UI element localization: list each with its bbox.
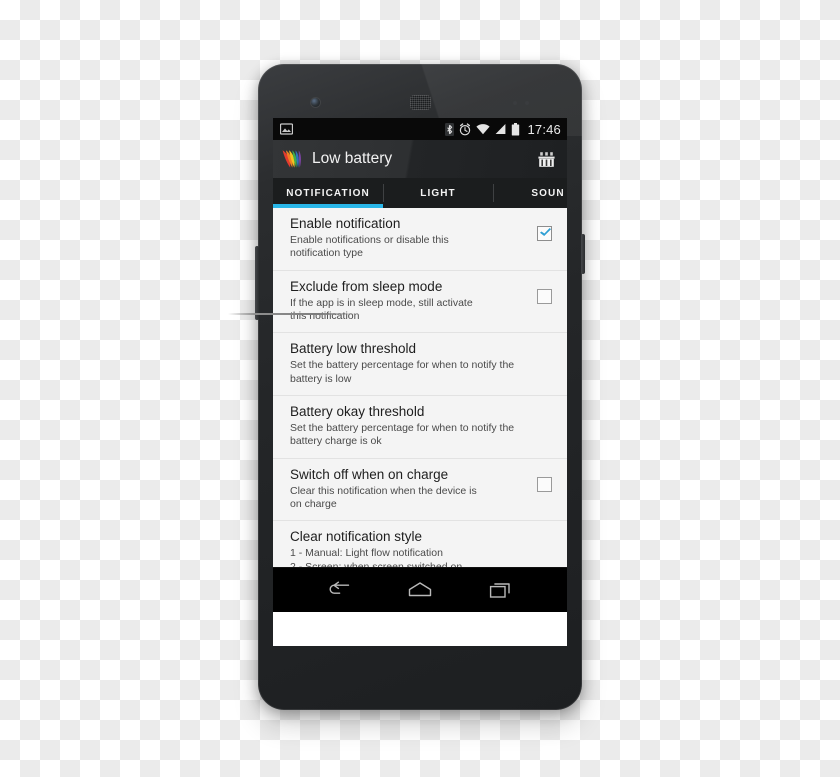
list-item-text: Enable notification Enable notifications…	[290, 216, 527, 261]
recents-icon[interactable]	[484, 577, 518, 603]
summary-line: 1 - Manual: Light flow notification	[290, 547, 443, 560]
proximity-sensor	[513, 101, 517, 105]
summary-line: Set the battery percentage for when to n…	[290, 359, 515, 372]
summary-line: Set the battery percentage for when to n…	[290, 422, 515, 435]
ambient-light-sensor	[525, 101, 529, 105]
list-item-summary: Enable notifications or disable this not…	[290, 234, 527, 260]
front-camera	[311, 98, 320, 107]
tab-light[interactable]: LIGHT	[383, 178, 493, 208]
cellular-signal-icon	[496, 124, 506, 134]
app-title: Low battery	[312, 150, 393, 167]
tab-sound[interactable]: SOUN	[493, 178, 567, 208]
wifi-icon	[476, 124, 491, 135]
summary-line: 2 - Screen: when screen switched on	[290, 560, 463, 567]
list-item[interactable]: Clear notification style 1 - Manual: Lig…	[273, 521, 567, 567]
list-item-summary: 1 - Manual: Light flow notification 2 - …	[290, 547, 557, 567]
list-item[interactable]: Battery okay threshold Set the battery p…	[273, 395, 567, 459]
settings-list[interactable]: Enable notification Enable notifications…	[273, 208, 567, 567]
earpiece-speaker	[410, 95, 431, 110]
tab-light-label: LIGHT	[420, 187, 456, 199]
list-item[interactable]: Exclude from sleep mode If the app is in…	[273, 270, 567, 334]
summary-line: Enable notifications or disable this	[290, 234, 449, 247]
tab-notification[interactable]: NOTIFICATION	[273, 178, 383, 208]
enable-notification-checkbox[interactable]	[537, 226, 552, 241]
summary-line: Clear this notification when the device …	[290, 484, 477, 497]
bluetooth-icon	[445, 122, 455, 136]
list-item[interactable]: Switch off when on charge Clear this not…	[273, 458, 567, 522]
power-button[interactable]	[581, 234, 585, 274]
navigation-bar	[273, 567, 567, 612]
list-item-summary: If the app is in sleep mode, still activ…	[290, 297, 527, 323]
phone-device: 17:46 Low battery NOTIFICATION LIGHT SOU…	[228, 64, 585, 710]
list-item-text: Exclude from sleep mode If the app is in…	[290, 279, 527, 324]
exclude-sleep-mode-checkbox[interactable]	[537, 288, 552, 304]
status-bar-clock: 17:46	[527, 121, 561, 137]
switch-off-on-charge-checkbox[interactable]	[537, 476, 552, 492]
home-icon[interactable]	[403, 577, 437, 603]
screenshot-canvas: 17:46 Low battery NOTIFICATION LIGHT SOU…	[0, 0, 840, 777]
lightflow-rainbow-logo-icon[interactable]	[280, 147, 304, 171]
list-item-title: Battery low threshold	[290, 341, 417, 357]
equalizer-icon[interactable]	[533, 146, 559, 172]
list-item-title: Battery okay threshold	[290, 403, 425, 419]
volume-button[interactable]	[255, 246, 259, 320]
alarm-icon	[460, 122, 471, 135]
image-notification-icon	[280, 123, 293, 135]
action-bar: Low battery	[273, 140, 567, 178]
summary-line: battery charge is ok	[290, 435, 382, 448]
list-item-summary: Set the battery percentage for when to n…	[290, 359, 557, 385]
summary-line: battery is low	[290, 372, 352, 385]
list-item-text: Clear notification style 1 - Manual: Lig…	[290, 529, 557, 567]
tab-notification-label: NOTIFICATION	[286, 187, 370, 199]
list-item-title: Enable notification	[290, 216, 401, 231]
list-item-text: Switch off when on charge Clear this not…	[290, 467, 527, 512]
battery-icon	[512, 122, 520, 135]
back-icon[interactable]	[322, 577, 356, 603]
summary-line: notification type	[290, 247, 363, 260]
list-item[interactable]: Enable notification Enable notifications…	[273, 208, 567, 271]
list-item[interactable]: Battery low threshold Set the battery pe…	[273, 333, 567, 396]
list-item-text: Battery low threshold Set the battery pe…	[290, 341, 557, 386]
summary-line: this notification	[290, 310, 360, 323]
status-bar-notifications	[280, 123, 293, 135]
list-item-title: Exclude from sleep mode	[290, 278, 443, 294]
phone-screen: 17:46 Low battery NOTIFICATION LIGHT SOU…	[273, 118, 567, 646]
list-item-text: Battery okay threshold Set the battery p…	[290, 404, 557, 449]
list-item-summary: Set the battery percentage for when to n…	[290, 422, 557, 448]
status-bar: 17:46	[273, 118, 567, 140]
status-bar-system-icons: 17:46	[445, 122, 561, 137]
summary-line: If the app is in sleep mode, still activ…	[290, 296, 473, 309]
summary-line: on charge	[290, 497, 337, 510]
tab-bar: NOTIFICATION LIGHT SOUN	[273, 178, 567, 208]
tab-sound-label: SOUN	[531, 187, 565, 199]
list-item-title: Switch off when on charge	[290, 466, 449, 482]
list-item-title: Clear notification style	[290, 529, 423, 545]
list-item-summary: Clear this notification when the device …	[290, 485, 527, 511]
